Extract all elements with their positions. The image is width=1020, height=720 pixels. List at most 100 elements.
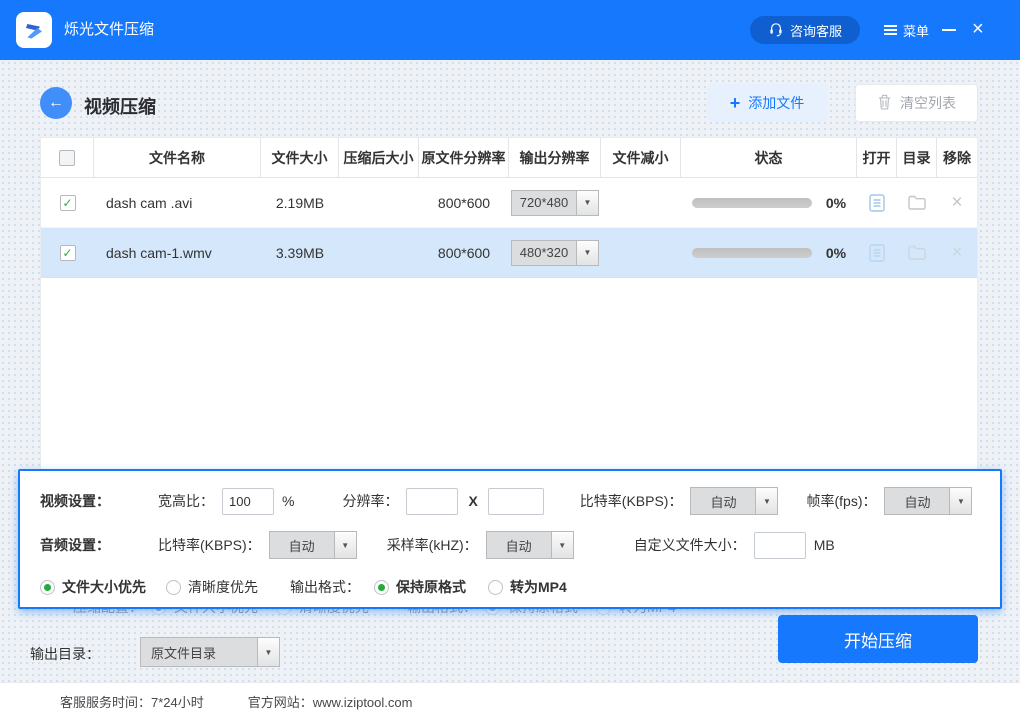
start-compress-button[interactable]: 开始压缩 (778, 615, 978, 663)
custom-filesize-input[interactable] (753, 531, 806, 559)
samplerate-label: 采样率(kHZ)： (386, 537, 478, 553)
col-compressed-size: 压缩后大小 (339, 138, 419, 177)
video-settings-label: 视频设置： (40, 493, 110, 509)
titlebar: 烁光文件压缩 咨询客服 菜单 × (0, 0, 1020, 60)
progress-percent: 0% (825, 194, 847, 211)
original-resolution: 800*600 (437, 244, 491, 261)
open-file-button[interactable] (857, 243, 897, 263)
status-cell: 0% (681, 195, 857, 211)
remove-file-button[interactable]: × (937, 193, 977, 212)
clear-list-button[interactable]: 清空列表 (855, 84, 978, 122)
clear-list-label: 清空列表 (900, 95, 956, 111)
col-file-name: 文件名称 (94, 138, 261, 177)
radio-keep-format[interactable] (374, 579, 389, 595)
document-icon (869, 243, 885, 262)
audio-bitrate-select[interactable]: 自动 ▼ (268, 531, 357, 559)
framerate-label: 帧率(fps)： (806, 493, 877, 509)
audio-settings-label: 音频设置： (40, 537, 110, 553)
audio-settings-row: 音频设置： 比特率(KBPS)： 自动 ▼ 采样率(kHZ)： 自动 ▼ 自定义… (40, 529, 986, 561)
file-name: dash cam-1.wmv (106, 244, 212, 261)
radio-clarity-priority[interactable] (166, 579, 181, 595)
audio-bitrate-label: 比特率(KBPS)： (158, 537, 261, 553)
open-directory-button[interactable] (897, 194, 937, 211)
file-name: dash cam .avi (106, 194, 193, 211)
add-files-button[interactable]: + 添加文件 (707, 84, 827, 122)
resolution-width-input[interactable] (406, 487, 459, 515)
progress-percent: 0% (825, 244, 847, 261)
output-dir-label: 输出目录： (30, 646, 100, 662)
app-logo-icon (16, 12, 52, 48)
chevron-down-icon: ▼ (949, 488, 972, 514)
col-remove: 移除 (943, 149, 971, 166)
open-directory-button[interactable] (897, 244, 937, 261)
radio-size-priority[interactable] (40, 579, 55, 595)
table-header: 文件名称 文件大小 压缩后大小 原文件分辨率 输出分辨率 文件减小 状态 打开 … (41, 138, 977, 178)
video-bitrate-select[interactable]: 自动 ▼ (690, 487, 779, 515)
official-website: 官方网站：www.iziptool.com (247, 695, 413, 710)
menu-button[interactable]: 菜单 (884, 0, 929, 60)
output-dir-select[interactable]: 原文件目录 ▼ (140, 637, 280, 667)
aspect-ratio-input[interactable] (222, 487, 274, 515)
back-button[interactable]: ← (40, 87, 72, 119)
chevron-down-icon: ▼ (755, 488, 778, 514)
hamburger-icon (884, 29, 897, 31)
col-directory: 目录 (897, 138, 937, 177)
resolution-label: 分辨率： (342, 493, 399, 509)
headset-icon (768, 21, 784, 40)
col-open: 打开 (857, 138, 897, 177)
resolution-height-input[interactable] (487, 487, 544, 515)
radio-to-mp4[interactable] (488, 579, 503, 595)
settings-panel: 视频设置： 宽高比： % 分辨率： X 比特率(KBPS)： 自动 ▼ 帧率(f… (18, 469, 1002, 609)
row-checkbox-cell: ✓ (41, 194, 94, 211)
footer: 客服服务时间：7*24小时 官方网站：www.iziptool.com (0, 682, 1020, 720)
menu-label: 菜单 (903, 23, 930, 39)
col-file-size: 文件大小 (261, 138, 339, 177)
col-output-resolution: 输出分辨率 (509, 138, 601, 177)
table-row[interactable]: ✓ dash cam .avi 2.19MB 800*600 720*480 ▼… (41, 178, 977, 228)
status-cell: 0% (681, 245, 857, 261)
custom-filesize-label: 自定义文件大小： (633, 537, 746, 553)
support-button[interactable]: 咨询客服 (750, 16, 860, 44)
remove-file-button[interactable]: × (937, 243, 977, 262)
open-file-button[interactable] (857, 193, 897, 213)
chevron-down-icon: ▼ (257, 638, 279, 666)
add-files-label: 添加文件 (748, 95, 805, 111)
row-checkbox[interactable]: ✓ (59, 194, 76, 211)
mb-unit: MB (813, 537, 835, 553)
close-button[interactable]: × (972, 0, 984, 60)
col-file-reduction: 文件减小 (601, 138, 681, 177)
output-resolution-select[interactable]: 720*480 ▼ (511, 189, 599, 216)
percent-unit: % (282, 493, 295, 509)
row-checkbox-cell: ✓ (41, 244, 94, 261)
back-arrow-icon: ← (48, 94, 64, 111)
table-row[interactable]: ✓ dash cam-1.wmv 3.39MB 800*600 480*320 … (41, 228, 977, 278)
folder-icon (908, 195, 926, 210)
chevron-down-icon: ▼ (333, 532, 356, 558)
minimize-button[interactable] (942, 29, 956, 31)
support-label: 咨询客服 (789, 23, 842, 39)
video-bitrate-label: 比特率(KBPS)： (579, 493, 683, 509)
row-checkbox[interactable]: ✓ (59, 244, 76, 261)
app-window: 烁光文件压缩 咨询客服 菜单 × ← 视频压缩 + 添加文件 清空列表 文件名称… (0, 0, 1020, 720)
samplerate-select[interactable]: 自动 ▼ (485, 531, 574, 559)
output-format-label: 输出格式： (290, 579, 360, 595)
trash-icon (877, 94, 892, 113)
app-title: 烁光文件压缩 (64, 21, 155, 38)
file-size: 3.39MB (275, 244, 325, 261)
service-hours: 客服服务时间：7*24小时 (60, 695, 204, 710)
select-all-checkbox[interactable] (59, 149, 75, 166)
output-resolution-cell: 720*480 ▼ (509, 189, 601, 216)
framerate-select[interactable]: 自动 ▼ (884, 487, 973, 515)
close-x-icon: × (951, 242, 963, 263)
to-mp4-label: 转为MP4 (510, 579, 567, 595)
chevron-down-icon: ▼ (576, 190, 598, 215)
aspect-ratio-label: 宽高比： (158, 493, 214, 509)
resolution-x-separator: X (468, 493, 478, 509)
original-resolution: 800*600 (437, 194, 491, 211)
file-size: 2.19MB (275, 194, 325, 211)
col-original-resolution: 原文件分辨率 (419, 138, 509, 177)
progress-bar (691, 197, 812, 208)
keep-format-label: 保持原格式 (396, 579, 466, 595)
output-resolution-select[interactable]: 480*320 ▼ (511, 239, 599, 266)
video-settings-row: 视频设置： 宽高比： % 分辨率： X 比特率(KBPS)： 自动 ▼ 帧率(f… (40, 485, 986, 517)
